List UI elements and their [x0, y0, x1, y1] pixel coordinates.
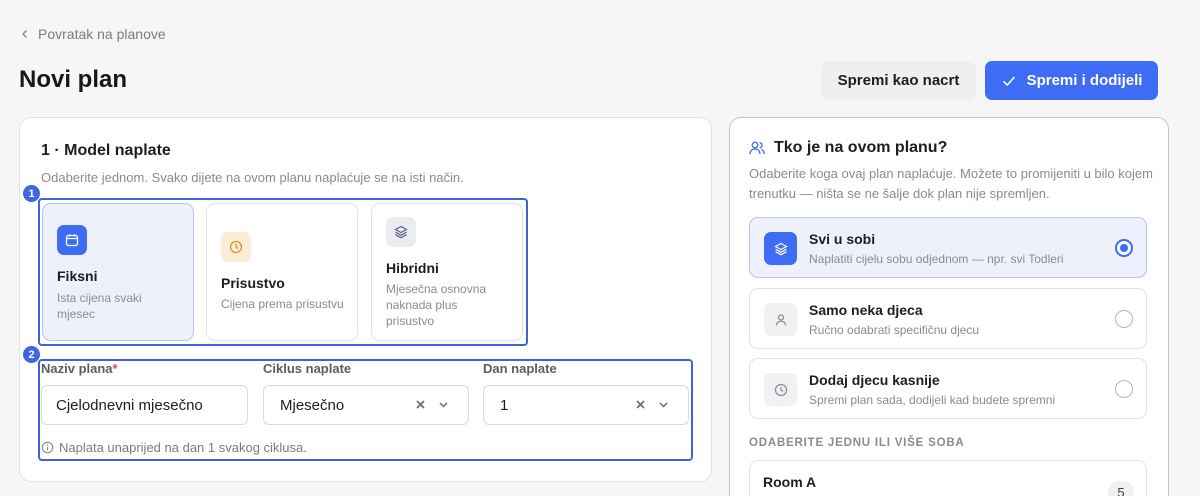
section-title: 1 · Model naplate [41, 142, 171, 159]
required-mark: * [112, 361, 118, 376]
model-option-title: Fiksni [57, 268, 98, 284]
plan-name-input[interactable]: Cjelodnevni mjesečno [41, 385, 248, 425]
assign-option-some-children[interactable]: Samo neka djeca Ručno odabrati specifičn… [749, 288, 1147, 349]
room-count-badge: 5 [1108, 481, 1134, 496]
billing-cycle-select[interactable]: Mjesečno [263, 385, 469, 425]
calendar-icon [57, 225, 87, 255]
plan-name-label-text: Naziv plana [41, 361, 113, 376]
save-and-assign-button[interactable]: Spremi i dodijeli [985, 61, 1158, 100]
billing-cycle-value: Mjesečno [280, 396, 345, 414]
layers-icon [386, 217, 416, 247]
clear-icon[interactable] [634, 398, 647, 411]
person-icon [764, 303, 797, 336]
model-option-title: Prisustvo [221, 275, 285, 291]
radio-button[interactable] [1115, 310, 1133, 328]
users-icon [749, 141, 765, 155]
assignment-title-text: Tko je na ovom planu? [774, 139, 948, 156]
billing-hint: Naplata unaprijed na dan 1 svakog ciklus… [41, 440, 307, 455]
assign-option-title: Dodaj djecu kasnije [809, 372, 940, 388]
plan-name-value: Cjelodnevni mjesečno [56, 396, 203, 414]
assign-option-title: Samo neka djeca [809, 302, 923, 318]
billing-cycle-label: Ciklus naplate [263, 361, 352, 376]
chevron-down-icon[interactable] [657, 398, 670, 411]
model-option-description: Mjesečna osnovna naknada plus prisustvo [386, 282, 487, 328]
radio-button[interactable] [1115, 239, 1133, 257]
save-draft-button[interactable]: Spremi kao nacrt [821, 61, 976, 100]
room-name: Room A [763, 474, 817, 490]
chevron-left-icon [22, 30, 27, 38]
radio-button[interactable] [1115, 380, 1133, 398]
back-link[interactable]: Povratak na planove [20, 26, 166, 42]
room-item[interactable]: Room A 5 [749, 460, 1147, 496]
assignment-subtitle: Odaberite koga ovaj plan naplaćuje. Može… [749, 166, 1153, 201]
billing-hint-text: Naplata unaprijed na dan 1 svakog ciklus… [59, 440, 307, 455]
chevron-down-icon[interactable] [437, 398, 450, 411]
assignment-title: Tko je na ovom planu? [748, 139, 947, 157]
assign-option-title: Svi u sobi [809, 231, 876, 247]
model-option-hibridni[interactable]: Hibridni Mjesečna osnovna naknada plus p… [371, 203, 523, 341]
assign-option-whole-room[interactable]: Svi u sobi Naplatiti cijelu sobu odjedno… [749, 217, 1147, 278]
model-option-fiksni[interactable]: Fiksni Ista cijena svaki mjesec [42, 203, 194, 341]
layers-icon [764, 232, 797, 265]
assign-option-description: Naplatiti cijelu sobu odjednom — npr. sv… [809, 252, 1064, 266]
model-option-prisustvo[interactable]: Prisustvo Cijena prema prisustvu [206, 203, 358, 341]
model-option-title: Hibridni [386, 260, 439, 276]
check-icon [1002, 75, 1015, 86]
billing-day-value: 1 [500, 396, 509, 414]
page-title: Novi plan [19, 66, 128, 93]
back-link-label: Povratak na planove [38, 26, 166, 42]
assign-option-description: Ručno odabrati specifičnu djecu [809, 323, 980, 337]
assign-option-add-later[interactable]: Dodaj djecu kasnije Spremi plan sada, do… [749, 358, 1147, 419]
billing-day-label: Dan naplate [483, 361, 557, 376]
rooms-heading: ODABERITE JEDNU ILI VIŠE SOBA [749, 437, 965, 449]
billing-day-select[interactable]: 1 [483, 385, 689, 425]
plan-name-label: Naziv plana* [41, 361, 118, 376]
clear-icon[interactable] [414, 398, 427, 411]
clock-icon [221, 232, 251, 262]
info-icon [41, 441, 54, 454]
assign-option-description: Spremi plan sada, dodijeli kad budete sp… [809, 393, 1056, 407]
section-subtitle: Odaberite jednom. Svako dijete na ovom p… [41, 170, 464, 185]
save-and-assign-label: Spremi i dodijeli [1026, 72, 1143, 89]
model-option-description: Cijena prema prisustvu [221, 297, 344, 311]
clock-icon [764, 373, 797, 406]
model-option-description: Ista cijena svaki mjesec [57, 291, 142, 321]
